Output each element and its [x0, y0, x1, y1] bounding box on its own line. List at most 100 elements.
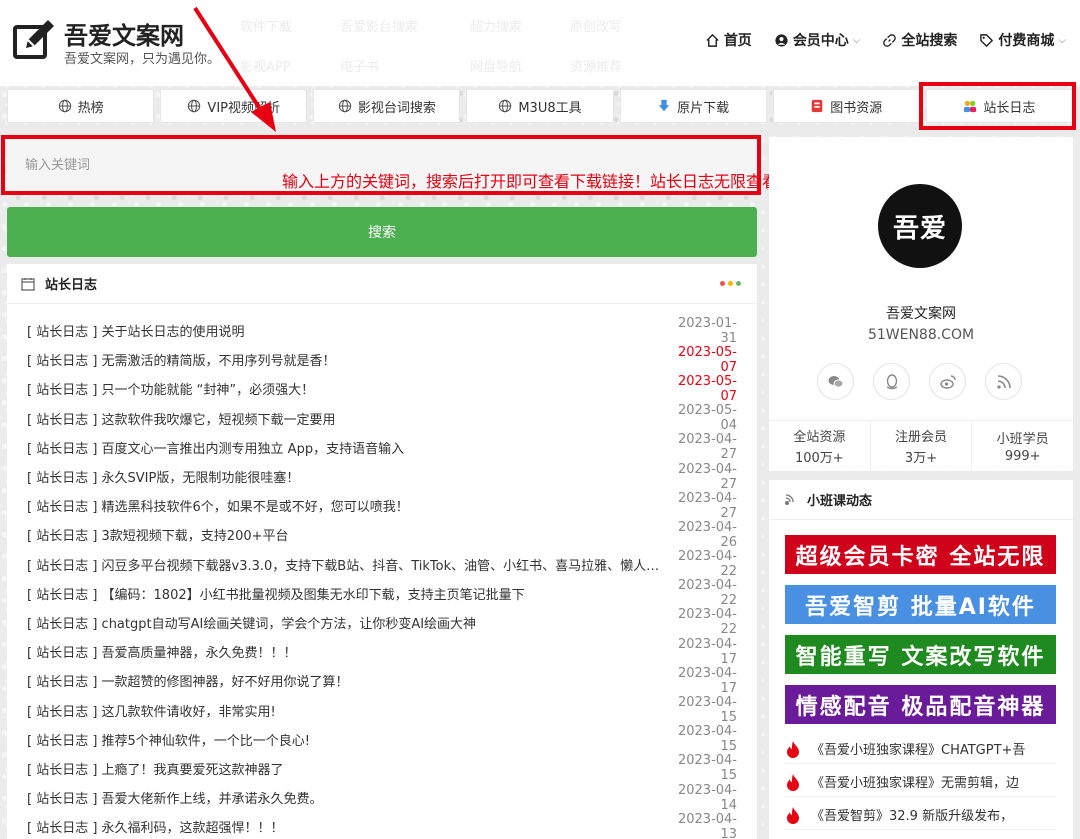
log-item-title[interactable]: [ 站长日志 ] 这款软件我吹爆它，短视频下载一定要用	[27, 409, 663, 428]
log-item[interactable]: [ 站长日志 ] 这几款软件请收好，非常实用! 2023-04-15	[7, 695, 757, 725]
log-item-title[interactable]: [ 站长日志 ] 这几款软件请收好，非常实用!	[27, 701, 663, 720]
log-item-date: 2023-04-15	[677, 753, 737, 784]
calendar-icon	[21, 277, 35, 291]
globe-icon	[499, 99, 512, 113]
classroom-news-panel: 小班课动态 超级会员卡密 全站无限 吾爱智剪 批量AI软件 智能重写 文案改写软件情…	[769, 480, 1073, 839]
log-item-date: 2023-05-07	[677, 373, 737, 404]
log-item[interactable]: [ 站长日志 ] 上瘾了！我真要爱死这款神器了 2023-04-15	[7, 753, 757, 784]
course-item[interactable]: 《吾爱智剪》32.9 新版升级发布，	[785, 800, 1056, 830]
log-item[interactable]: [ 站长日志 ] 一款超赞的修图神器，好不好用你说了算！ 2023-04-17	[7, 665, 757, 696]
faded-menu-item: 吾爱影台搜索	[340, 20, 419, 35]
promo-banner[interactable]: 吾爱智剪 批量AI软件	[785, 585, 1056, 624]
faded-menu-item: 网盘导航	[470, 60, 523, 75]
tab-m3u8-tool[interactable]: M3U8工具	[466, 89, 614, 123]
rss-button[interactable]	[985, 363, 1022, 400]
site-name[interactable]: 吾爱文案网	[64, 16, 184, 51]
log-item-date: 2023-04-15	[677, 724, 737, 755]
dot-yellow	[728, 281, 733, 286]
profile-domain: 51WEN88.COM	[867, 327, 975, 343]
log-item[interactable]: [ 站长日志 ] 精选黑科技软件6个，如果不是或不好，您可以喷我！ 2023-04…	[7, 491, 757, 521]
tab-subtitle-search[interactable]: 影视台词搜索	[313, 89, 461, 123]
chevron-down-icon: ⌵	[1058, 34, 1066, 46]
faded-menu-item: 电子书	[340, 60, 380, 75]
nav-home[interactable]: 首页	[705, 30, 752, 50]
rss-icon	[996, 374, 1011, 389]
log-item[interactable]: [ 站长日志 ] 吾爱高质量神器，永久免费！！！ 2023-04-17	[7, 636, 757, 667]
log-item[interactable]: [ 站长日志 ] 这款软件我吹爆它，短视频下载一定要用 2023-05-04	[7, 403, 757, 434]
promo-banner[interactable]: 智能重写 文案改写软件	[785, 635, 1056, 674]
log-item-date: 2023-04-26	[677, 519, 737, 550]
log-item-date: 2023-04-17	[677, 636, 737, 667]
search-button[interactable]: 搜索	[7, 207, 757, 257]
course-item[interactable]: 《吾爱小班独家课程》无需剪辑，边	[785, 767, 1056, 797]
panel-header: 小班课动态	[769, 480, 1073, 520]
wechat-button[interactable]	[817, 363, 854, 400]
log-item-title[interactable]: [ 站长日志 ] 【编码：1802】小红书批量视频及图集无水印下载，支持主页笔记…	[27, 584, 663, 603]
log-item-title[interactable]: [ 站长日志 ] 一款超赞的修图神器，好不好用你说了算！	[27, 671, 663, 690]
stat-value: 999+	[1004, 449, 1041, 464]
log-item[interactable]: [ 站长日志 ] 百度文心一言推出内测专用独立 App，支持语音输入 2023-0…	[7, 432, 757, 462]
group-icon	[964, 100, 977, 113]
globe-icon	[188, 99, 201, 113]
log-item-date: 2023-05-04	[677, 403, 737, 434]
course-title: 《吾爱小班独家课程》CHATGPT+吾	[811, 743, 1026, 758]
log-item-title[interactable]: [ 站长日志 ] 只一个功能就能 “封神”，必须强大！	[27, 379, 663, 398]
log-item[interactable]: [ 站长日志 ] chatgpt自动写AI绘画关键词，学会个方法，让你秒变AI绘…	[7, 607, 757, 637]
promo-banner[interactable]: 超级会员卡密 全站无限	[785, 535, 1056, 574]
link-icon	[883, 33, 897, 47]
fire-icon	[787, 740, 799, 758]
weibo-button[interactable]	[929, 363, 966, 400]
faded-menu-item: 资源推荐	[570, 60, 623, 75]
log-item-title[interactable]: [ 站长日志 ] 吾爱大佬新作上线，并承诺永久免费。	[27, 788, 663, 807]
log-item-date: 2023-04-17	[677, 665, 737, 696]
log-item-title[interactable]: [ 站长日志 ] 吾爱高质量神器，永久免费！！！	[27, 642, 663, 661]
nav-member-center[interactable]: 会员中心 ⌵	[774, 30, 861, 50]
nav-paid-mall[interactable]: 付费商城 ⌵	[979, 30, 1066, 50]
log-item[interactable]: [ 站长日志 ] 只一个功能就能 “封神”，必须强大！ 2023-05-07	[7, 373, 757, 404]
fire-icon	[787, 773, 799, 791]
log-item-title[interactable]: [ 站长日志 ] 永久福利码，这款超强悍！！！	[27, 817, 663, 836]
wechat-icon	[828, 375, 843, 388]
stat-value: 3万+	[904, 451, 938, 466]
tab-label: 热榜	[77, 100, 104, 116]
log-item[interactable]: [ 站长日志 ] 推荐5个神仙软件，一个比一个良心! 2023-04-15	[7, 724, 757, 755]
faded-menu-item: 超力搜索	[470, 20, 523, 35]
edit-logo-icon[interactable]	[12, 18, 56, 62]
tab-hot-list[interactable]: 热榜	[7, 89, 155, 123]
log-item[interactable]: [ 站长日志 ] 闪豆多平台视频下载器v3.3.0，支持下载B站、抖音、TikT…	[7, 549, 757, 579]
log-item[interactable]: [ 站长日志 ] 永久SVIP版，无限制功能很哇塞！ 2023-04-27	[7, 462, 757, 492]
nav-site-search[interactable]: 全站搜索	[882, 30, 957, 50]
log-item[interactable]: [ 站长日志 ] 关于站长日志的使用说明 2023-01-31	[7, 316, 757, 346]
tab-vip-video[interactable]: VIP视频解析	[160, 89, 308, 123]
log-item[interactable]: [ 站长日志 ] 3款短视频下载，支持200+平台 2023-04-26	[7, 519, 757, 550]
log-item-title[interactable]: [ 站长日志 ] 无需激活的精简版，不用序列号就是香！	[27, 350, 663, 369]
avatar[interactable]: 吾爱	[878, 184, 962, 268]
globe-icon	[338, 99, 352, 113]
tab-book-resources[interactable]: 图书资源	[772, 89, 920, 123]
site-header: 吾爱文案网 吾爱文案网，只为遇见你。 软件下载 吾爱影台搜索 超力搜索 原创改写…	[0, 0, 1080, 86]
log-item-title[interactable]: [ 站长日志 ] 永久SVIP版，无限制功能很哇塞！	[27, 467, 663, 486]
log-item[interactable]: [ 站长日志 ] 无需激活的精简版，不用序列号就是香！ 2023-05-07	[7, 345, 757, 375]
tab-label: 站长日志	[983, 100, 1036, 116]
tab-webmaster-log[interactable]: 站长日志	[925, 89, 1073, 123]
log-item-title[interactable]: [ 站长日志 ] 关于站长日志的使用说明	[27, 321, 663, 340]
log-item[interactable]: [ 站长日志 ] 永久福利码，这款超强悍！！！ 2023-04-13	[7, 812, 757, 839]
qq-button[interactable]	[873, 363, 910, 400]
log-item-title[interactable]: [ 站长日志 ] 3款短视频下载，支持200+平台	[27, 525, 663, 544]
log-item[interactable]: [ 站长日志 ] 吾爱大佬新作上线，并承诺永久免费。 2023-04-14	[7, 783, 757, 813]
stat-members: 注册会员 3万+	[869, 421, 972, 471]
log-item-title[interactable]: [ 站长日志 ] 精选黑科技软件6个，如果不是或不好，您可以喷我！	[27, 496, 663, 515]
chevron-down-icon: ⌵	[852, 34, 861, 46]
course-item[interactable]: 《吾爱小班独家课程》CHATGPT+吾	[785, 734, 1056, 764]
weibo-icon	[939, 374, 956, 389]
log-item-title[interactable]: [ 站长日志 ] chatgpt自动写AI绘画关键词，学会个方法，让你秒变AI绘…	[27, 613, 663, 632]
stat-resources: 全站资源 100万+	[769, 421, 870, 471]
log-item-title[interactable]: [ 站长日志 ] 百度文心一言推出内测专用独立 App，支持语音输入	[27, 438, 663, 457]
promo-banner[interactable]: 情感配音 极品配音神器	[785, 685, 1056, 724]
log-item-title[interactable]: [ 站长日志 ] 推荐5个神仙软件，一个比一个良心!	[27, 730, 663, 749]
tab-label: 影视台词搜索	[357, 100, 436, 116]
tab-original-download[interactable]: 原片下载	[619, 89, 767, 123]
log-item-title[interactable]: [ 站长日志 ] 上瘾了！我真要爱死这款神器了	[27, 759, 663, 778]
log-item[interactable]: [ 站长日志 ] 【编码：1802】小红书批量视频及图集无水印下载，支持主页笔记…	[7, 578, 757, 608]
log-item-title[interactable]: [ 站长日志 ] 闪豆多平台视频下载器v3.3.0，支持下载B站、抖音、TikT…	[27, 555, 663, 574]
